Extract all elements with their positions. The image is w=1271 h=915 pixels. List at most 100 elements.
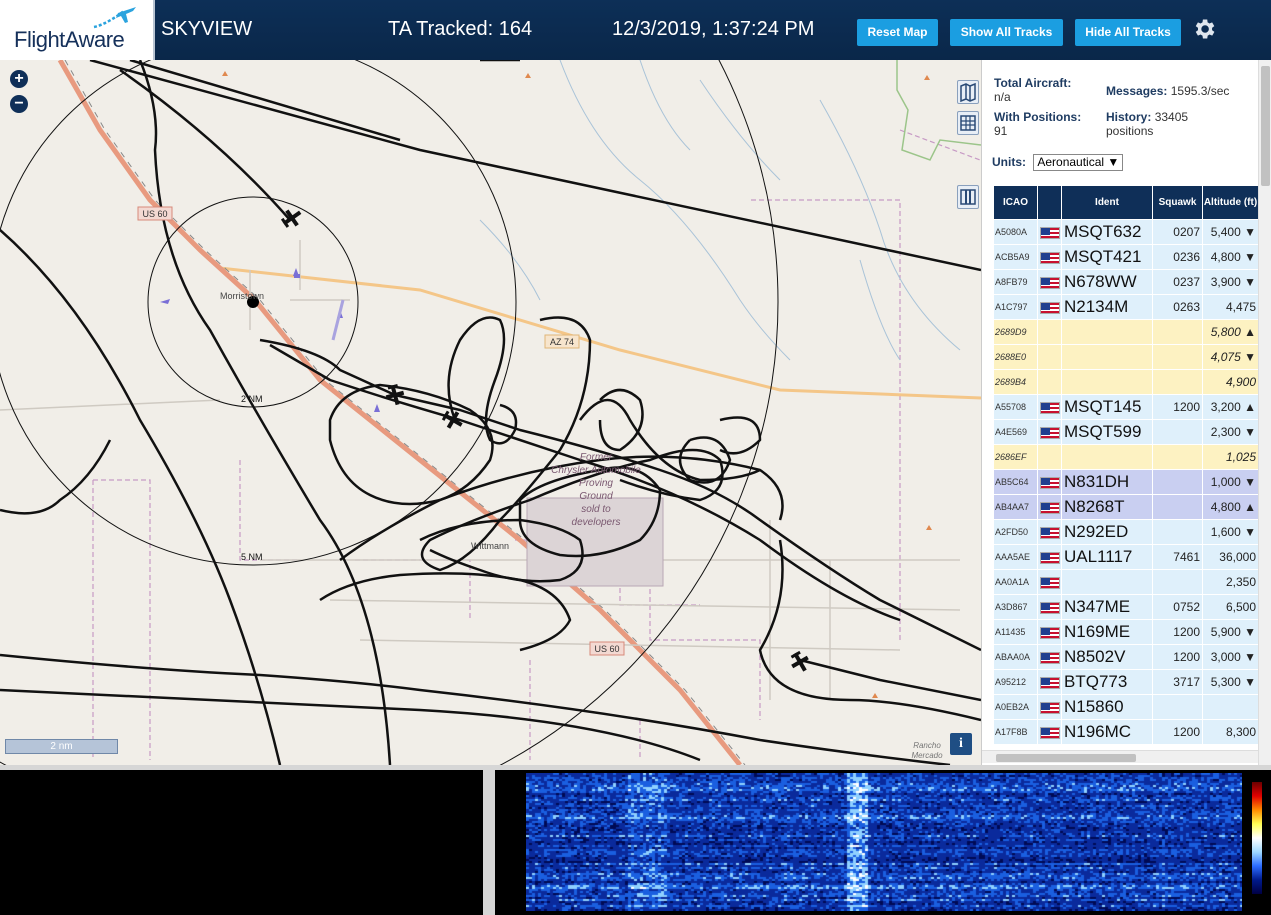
altitude-cell: 1,025 [1203, 445, 1258, 469]
table-row[interactable]: A2FD50 N292ED 1,600 ▼ [994, 520, 1258, 544]
ident-cell: BTQ773 [1062, 670, 1152, 694]
airport-icon [374, 404, 380, 412]
aircraft-table: ICAO Ident Squawk Altitude (ft) A5080A MS… [993, 185, 1259, 745]
squawk-cell [1153, 470, 1202, 494]
table-row[interactable]: A11435 N169ME 1200 5,900 ▼ [994, 620, 1258, 644]
table-row[interactable]: A95212 BTQ773 3717 5,300 ▼ [994, 670, 1258, 694]
aircraft-table-container[interactable]: ICAO Ident Squawk Altitude (ft) A5080A MS… [993, 185, 1259, 745]
table-row[interactable]: 2688E0 4,075 ▼ [994, 345, 1258, 369]
column-header-squawk[interactable]: Squawk [1153, 186, 1202, 219]
columns-toggle-button[interactable] [957, 185, 979, 209]
flag-cell [1038, 320, 1061, 344]
table-row[interactable]: ABAA0A N8502V 1200 3,000 ▼ [994, 645, 1258, 669]
units-select[interactable]: Aeronautical ▼ [1033, 154, 1124, 171]
ident-cell [1062, 445, 1152, 469]
shield-label: AZ 74 [550, 337, 574, 347]
svg-text:Proving: Proving [579, 478, 613, 489]
squawk-cell: 0263 [1153, 295, 1202, 319]
map-view[interactable]: US 60 US 60 AZ 74 Morristown Wittmann 2 … [0, 60, 981, 765]
show-all-tracks-button[interactable]: Show All Tracks [950, 19, 1063, 46]
hide-all-tracks-button[interactable]: Hide All Tracks [1075, 19, 1181, 46]
altitude-cell: 3,900 ▼ [1203, 270, 1258, 294]
table-row[interactable]: A0EB2A N15860 [994, 695, 1258, 719]
table-row[interactable]: 2689B4 4,900 [994, 370, 1258, 394]
columns-icon [960, 189, 976, 205]
messages-stat: Messages: 1595.3/sec [1106, 84, 1256, 98]
ring-label: 2 NM [241, 394, 263, 404]
table-row[interactable]: A55708 MSQT145 1200 3,200 ▲ [994, 395, 1258, 419]
flag-cell [1038, 695, 1061, 719]
scrollbar-thumb[interactable] [1261, 66, 1270, 186]
panel-splitter[interactable] [483, 765, 495, 915]
zoom-out-button[interactable]: − [10, 95, 28, 113]
zoom-in-button[interactable]: + [10, 70, 28, 88]
ident-cell: N831DH [1062, 470, 1152, 494]
table-row[interactable]: A17F8B N196MC 1200 8,300 [994, 720, 1258, 744]
vertical-scrollbar[interactable] [1258, 60, 1271, 765]
flight-tracks [0, 60, 981, 765]
icao-cell: 2688E0 [994, 345, 1037, 369]
table-row[interactable]: 2686EF 1,025 [994, 445, 1258, 469]
ident-cell: MSQT421 [1062, 245, 1152, 269]
table-row[interactable]: 2689D9 5,800 ▲ [994, 320, 1258, 344]
panel-divider [0, 765, 1271, 770]
table-row[interactable]: A8FB79 N678WW 0237 3,900 ▼ [994, 270, 1258, 294]
us-flag-icon [1039, 276, 1060, 289]
washes [479, 60, 961, 361]
map-canvas[interactable]: US 60 US 60 AZ 74 Morristown Wittmann 2 … [0, 60, 981, 765]
column-header-icao[interactable]: ICAO [994, 186, 1037, 219]
column-header-flag[interactable] [1038, 186, 1061, 219]
scrollbar-thumb[interactable] [996, 754, 1136, 762]
gear-icon[interactable] [1191, 16, 1217, 42]
us-flag-icon [1039, 576, 1060, 589]
grid-icon [960, 115, 976, 131]
altitude-cell: 5,900 ▼ [1203, 620, 1258, 644]
ident-cell: MSQT632 [1062, 220, 1152, 244]
us-flag-icon [1039, 626, 1060, 639]
table-row[interactable]: AB4AA7 N8268T 4,800 ▲ [994, 495, 1258, 519]
svg-text:Chrysler Automobile: Chrysler Automobile [551, 465, 641, 476]
icao-cell: A17F8B [994, 720, 1037, 744]
table-row[interactable]: A5080A MSQT632 0207 5,400 ▼ [994, 220, 1258, 244]
ident-cell [1062, 320, 1152, 344]
altitude-cell: 1,000 ▼ [1203, 470, 1258, 494]
chevron-down-icon: ▼ [1107, 155, 1120, 169]
aircraft-markers[interactable] [279, 205, 813, 675]
column-header-altitude[interactable]: Altitude (ft) [1203, 186, 1258, 219]
altitude-cell: 4,475 [1203, 295, 1258, 319]
ident-cell: MSQT145 [1062, 395, 1152, 419]
svg-text:developers: developers [572, 517, 621, 528]
reset-map-button[interactable]: Reset Map [857, 19, 938, 46]
squawk-cell [1153, 520, 1202, 544]
grid-toggle-button[interactable] [957, 111, 979, 135]
map-layers-button[interactable] [957, 80, 979, 104]
flag-cell [1038, 295, 1061, 319]
column-header-ident[interactable]: Ident [1062, 186, 1152, 219]
us-flag-icon [1039, 601, 1060, 614]
scale-bar: 2 nm [5, 739, 118, 754]
icao-cell: A11435 [994, 620, 1037, 644]
units-value: Aeronautical [1037, 155, 1105, 169]
table-row[interactable]: AAA5AE UAL1117 7461 36,000 [994, 545, 1258, 569]
table-row[interactable]: A1C797 N2134M 0263 4,475 [994, 295, 1258, 319]
total-aircraft-value: n/a [994, 90, 1011, 104]
bottom-panel [0, 765, 1271, 915]
table-row[interactable]: A4E569 MSQT599 2,300 ▼ [994, 420, 1258, 444]
info-button[interactable]: i [950, 733, 972, 755]
flag-cell [1038, 345, 1061, 369]
table-row[interactable]: A3D867 N347ME 0752 6,500 [994, 595, 1258, 619]
squawk-cell: 7461 [1153, 545, 1202, 569]
flightaware-logo[interactable]: FlightAware [0, 0, 155, 60]
with-positions-stat: With Positions: 91 [994, 110, 1114, 138]
horizontal-scrollbar[interactable] [982, 750, 1259, 763]
icao-cell: AB4AA7 [994, 495, 1037, 519]
total-aircraft-stat: Total Aircraft: n/a [994, 76, 1114, 104]
table-row[interactable]: AB5C64 N831DH 1,000 ▼ [994, 470, 1258, 494]
squawk-cell [1153, 420, 1202, 444]
table-row[interactable]: ACB5A9 MSQT421 0236 4,800 ▼ [994, 245, 1258, 269]
table-row[interactable]: AA0A1A 2,350 [994, 570, 1258, 594]
icao-cell: A95212 [994, 670, 1037, 694]
squawk-cell [1153, 570, 1202, 594]
icao-cell: A55708 [994, 395, 1037, 419]
place-label: Wittmann [471, 541, 509, 551]
